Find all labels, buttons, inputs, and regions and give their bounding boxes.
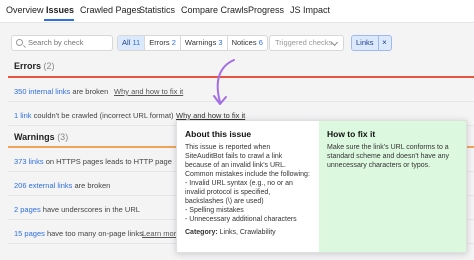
tab-issues[interactable]: Issues	[46, 5, 74, 15]
issue-text: have underscores in the URL	[40, 205, 140, 214]
filter-warnings-label: Warnings	[184, 38, 217, 47]
search-icon	[16, 39, 23, 46]
errors-title: Errors	[14, 61, 42, 71]
severity-filter: All 11 Errors 2 Warnings 3 Notices 6	[117, 35, 268, 51]
category-value: Links, Crawlability	[217, 229, 276, 236]
about-issue-title: About this issue	[185, 129, 252, 139]
links-chip-label[interactable]: Links	[352, 36, 378, 50]
filter-notices-button[interactable]: Notices 6	[228, 36, 267, 50]
tab-overview[interactable]: Overview	[6, 5, 44, 15]
warning-row-broken-external: 206 external links are broken	[14, 181, 110, 190]
errors-heading: Errors (2)	[14, 61, 55, 71]
pages-underscores-link[interactable]: 2 pages	[14, 205, 41, 214]
filter-all-button[interactable]: All 11	[118, 36, 146, 50]
links-https-link[interactable]: 373 links	[14, 157, 44, 166]
tab-compare-crawls[interactable]: Compare Crawls	[181, 5, 248, 15]
tab-crawled-pages[interactable]: Crawled Pages	[80, 5, 141, 15]
one-link-link[interactable]: 1 link	[14, 111, 32, 120]
warning-row-underscores: 2 pages have underscores in the URL	[14, 205, 140, 214]
filter-errors-count: 2	[171, 38, 176, 47]
errors-count: (2)	[43, 61, 55, 71]
how-to-fix-body: Make sure the link's URL conforms to a s…	[327, 144, 449, 169]
issue-text: have too many on-page links	[44, 229, 143, 238]
issue-text: are broken	[72, 181, 111, 190]
about-issue-panel: About this issue This issue is reported …	[177, 121, 319, 252]
warnings-title: Warnings	[14, 132, 55, 142]
filter-notices-count: 6	[258, 38, 263, 47]
filter-all-label: All	[122, 38, 131, 47]
triggered-checks-dropdown[interactable]: Triggered checks	[269, 35, 344, 51]
warning-row-http: 373 links on HTTPS pages leads to HTTP p…	[14, 157, 172, 166]
learn-more-link[interactable]: Learn more	[142, 229, 180, 238]
warnings-count: (3)	[57, 132, 69, 142]
links-filter-chip: Links ×	[351, 35, 392, 51]
filter-notices-label: Notices	[231, 38, 257, 47]
error-row-incorrect-url: 1 link couldn't be crawled (incorrect UR…	[14, 111, 174, 120]
tab-progress[interactable]: Progress	[248, 5, 284, 15]
filter-warnings-button[interactable]: Warnings 3	[181, 36, 228, 50]
issue-text: on HTTPS pages leads to HTTP page	[43, 157, 172, 166]
broken-internal-links-link[interactable]: 350 internal links	[14, 87, 70, 96]
filter-errors-button[interactable]: Errors 2	[145, 36, 181, 50]
issue-info-popup: About this issue This issue is reported …	[176, 120, 467, 253]
search-box[interactable]	[11, 35, 113, 51]
pages-too-many-links-link[interactable]: 15 pages	[14, 229, 45, 238]
why-and-how-link-highlighted[interactable]: Why and how to fix it	[176, 111, 245, 120]
category-label: Category:	[185, 229, 218, 236]
issue-category: Category: Links, Crawlability	[185, 229, 311, 236]
how-to-fix-title: How to fix it	[327, 129, 376, 139]
close-icon[interactable]: ×	[377, 36, 391, 50]
top-nav: Overview Issues Crawled Pages Statistics…	[0, 0, 474, 23]
triggered-checks-label: Triggered checks	[275, 38, 333, 47]
about-issue-body: This issue is reported when SiteAuditBot…	[185, 144, 310, 223]
warnings-heading: Warnings (3)	[14, 132, 68, 142]
tab-js-impact[interactable]: JS Impact	[290, 5, 330, 15]
tab-statistics[interactable]: Statistics	[139, 5, 175, 15]
filter-warnings-count: 3	[218, 38, 223, 47]
active-tab-indicator	[44, 19, 74, 21]
external-links-link[interactable]: 206 external links	[14, 181, 72, 190]
filter-all-count: 11	[132, 38, 141, 47]
annotation-arrow-icon	[213, 59, 235, 105]
why-and-how-link[interactable]: Why and how to fix it	[114, 87, 183, 96]
filter-errors-label: Errors	[149, 38, 170, 47]
search-input[interactable]	[28, 37, 108, 48]
warning-row-too-many-links: 15 pages have too many on-page links	[14, 229, 143, 238]
issue-text: couldn't be crawled (incorrect URL forma…	[31, 111, 174, 120]
error-row-broken-internal: 350 internal links are broken	[14, 87, 108, 96]
how-to-fix-panel: How to fix it Make sure the link's URL c…	[319, 121, 466, 252]
issue-text: are broken	[70, 87, 109, 96]
